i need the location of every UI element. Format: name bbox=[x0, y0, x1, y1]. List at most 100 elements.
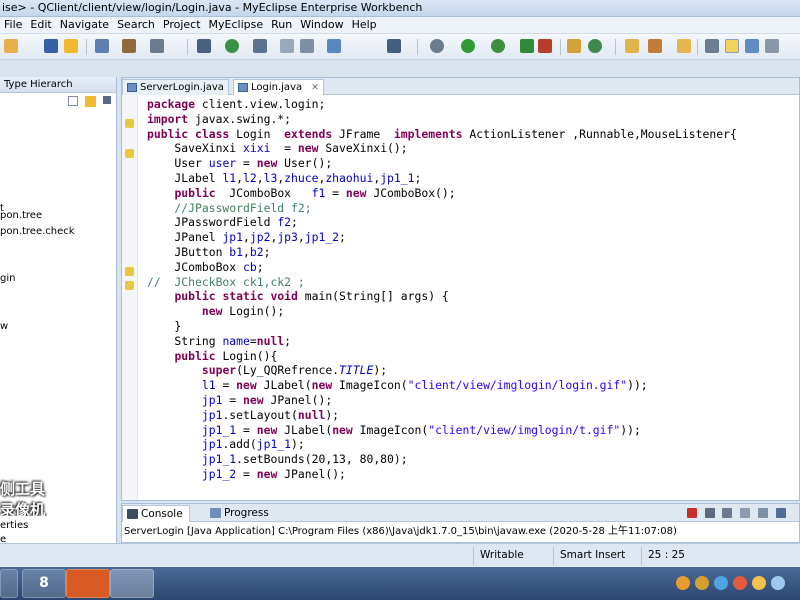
new-icon[interactable] bbox=[4, 39, 18, 53]
code-line[interactable]: jp1_1.setBounds(20,13, 80,80); bbox=[147, 452, 797, 467]
globe-icon[interactable] bbox=[225, 39, 239, 53]
code-token: .setBounds(20,13, 80,80); bbox=[236, 452, 408, 467]
menu-file[interactable]: File bbox=[0, 17, 26, 33]
run-icon[interactable] bbox=[461, 39, 475, 53]
collapse-all-icon[interactable] bbox=[68, 96, 78, 106]
display-console-icon[interactable] bbox=[776, 508, 786, 518]
code-line[interactable]: new Login(); bbox=[147, 304, 797, 319]
tree-item[interactable]: w bbox=[0, 321, 8, 332]
code-line[interactable]: jp1_1 = new JLabel(new ImageIcon("client… bbox=[147, 423, 797, 438]
menu-edit[interactable]: Edit bbox=[26, 17, 55, 33]
code-line[interactable]: l1 = new JLabel(new ImageIcon("client/vi… bbox=[147, 378, 797, 393]
code-area[interactable]: package client.view.login; import javax.s… bbox=[147, 97, 797, 482]
deploy-icon[interactable] bbox=[150, 39, 164, 53]
web-project-icon[interactable] bbox=[122, 39, 136, 53]
scroll-lock-icon[interactable] bbox=[758, 508, 768, 518]
code-line[interactable]: import javax.swing.*; bbox=[147, 112, 797, 127]
tray-icon[interactable] bbox=[695, 576, 709, 590]
eclipse-icon[interactable]: 8 bbox=[22, 569, 66, 598]
close-icon[interactable]: ✕ bbox=[311, 83, 319, 93]
tab-progress[interactable]: Progress bbox=[206, 505, 275, 522]
menu-search[interactable]: Search bbox=[113, 17, 159, 33]
tree-item[interactable]: pon.tree bbox=[0, 210, 42, 221]
link-editor-icon[interactable] bbox=[85, 96, 96, 107]
code-line[interactable]: public JComboBox f1 = new JComboBox(); bbox=[147, 186, 797, 201]
edit-icon[interactable] bbox=[280, 39, 294, 53]
view-menu-icon[interactable] bbox=[103, 96, 111, 104]
code-line[interactable]: SaveXinxi xixi = new SaveXinxi(); bbox=[147, 141, 797, 156]
remove-launch-icon[interactable] bbox=[705, 508, 715, 518]
new-class-icon[interactable] bbox=[520, 39, 534, 53]
code-line[interactable]: super(Ly_QQRefrence.TITLE); bbox=[147, 363, 797, 378]
tab-serverlogin-java[interactable]: ServerLogin.java bbox=[122, 79, 229, 95]
menu-run[interactable]: Run bbox=[267, 17, 296, 33]
package-icon[interactable] bbox=[95, 39, 109, 53]
folder-icon[interactable] bbox=[677, 39, 691, 53]
code-line[interactable]: JPanel jp1,jp2,jp3,jp1_2; bbox=[147, 230, 797, 245]
code-line[interactable]: package client.view.login; bbox=[147, 97, 797, 112]
tray-icon[interactable] bbox=[752, 576, 766, 590]
menu-myeclipse[interactable]: MyEclipse bbox=[205, 17, 268, 33]
code-line[interactable]: User user = new User(); bbox=[147, 156, 797, 171]
forward-icon[interactable] bbox=[745, 39, 759, 53]
debug-icon[interactable] bbox=[387, 39, 401, 53]
tray-icon[interactable] bbox=[714, 576, 728, 590]
tree-item[interactable]: e bbox=[0, 534, 6, 543]
code-line[interactable]: jp1.setLayout(null); bbox=[147, 408, 797, 423]
save-icon[interactable] bbox=[44, 39, 58, 53]
menu-navigate[interactable]: Navigate bbox=[56, 17, 113, 33]
terminate-icon[interactable] bbox=[687, 508, 697, 518]
code-line[interactable]: JLabel l1,l2,l3,zhuce,zhaohui,jp1_1; bbox=[147, 171, 797, 186]
code-line[interactable]: //JPasswordField f2; bbox=[147, 201, 797, 216]
code-line[interactable]: public class Login extends JFrame implem… bbox=[147, 127, 797, 142]
menu-help[interactable]: Help bbox=[348, 17, 381, 33]
remove-all-icon[interactable] bbox=[722, 508, 732, 518]
server-icon[interactable] bbox=[197, 39, 211, 53]
tree-item[interactable]: gin bbox=[0, 273, 15, 284]
external-tools-icon[interactable] bbox=[430, 39, 444, 53]
clear-console-icon[interactable] bbox=[740, 508, 750, 518]
menu-project[interactable]: Project bbox=[159, 17, 205, 33]
search-icon[interactable] bbox=[538, 39, 552, 53]
pen-icon[interactable] bbox=[648, 39, 662, 53]
code-line[interactable]: // JCheckBox ck1,ck2 ; bbox=[147, 275, 797, 290]
code-line[interactable]: JPasswordField f2; bbox=[147, 215, 797, 230]
run-config-icon[interactable] bbox=[491, 39, 505, 53]
screen-recorder-icon[interactable] bbox=[66, 569, 110, 598]
image-icon[interactable] bbox=[300, 39, 314, 53]
code-line[interactable]: jp1.add(jp1_1); bbox=[147, 437, 797, 452]
warning-marker-icon[interactable] bbox=[125, 281, 134, 290]
code-line[interactable]: JComboBox cb; bbox=[147, 260, 797, 275]
tray-icon[interactable] bbox=[676, 576, 690, 590]
menu-window[interactable]: Window bbox=[296, 17, 347, 33]
tray-icon[interactable] bbox=[733, 576, 747, 590]
code-line[interactable]: JButton b1,b2; bbox=[147, 245, 797, 260]
code-line[interactable]: jp1_2 = new JPanel(); bbox=[147, 467, 797, 482]
code-line[interactable]: public static void main(String[] args) { bbox=[147, 289, 797, 304]
perspective-icon[interactable] bbox=[725, 39, 739, 53]
tree-item[interactable]: pon.tree.check bbox=[0, 226, 75, 237]
code-line[interactable]: public Login(){ bbox=[147, 349, 797, 364]
warning-marker-icon[interactable] bbox=[125, 149, 134, 158]
tab-console[interactable]: Console bbox=[122, 505, 190, 522]
console-panel: Console Progress ServerLogin [Java Appli… bbox=[121, 503, 800, 543]
open-type-icon[interactable] bbox=[567, 39, 581, 53]
open-folder-icon[interactable] bbox=[625, 39, 639, 53]
tab-login-java[interactable]: Login.java ✕ bbox=[233, 79, 324, 95]
java-icon[interactable] bbox=[110, 569, 154, 598]
windows-explorer-icon[interactable] bbox=[0, 569, 18, 598]
warning-marker-icon[interactable] bbox=[125, 267, 134, 276]
print-icon[interactable] bbox=[64, 39, 78, 53]
code-line[interactable]: } bbox=[147, 319, 797, 334]
type-hierarchy-tab[interactable]: Type Hierarch bbox=[0, 77, 116, 93]
myeclipse-perspective-icon[interactable] bbox=[765, 39, 779, 53]
tray-icon[interactable] bbox=[771, 576, 785, 590]
open-task-icon[interactable] bbox=[588, 39, 602, 53]
back-icon[interactable] bbox=[705, 39, 719, 53]
tree-item[interactable]: erties bbox=[0, 520, 28, 531]
code-line[interactable]: jp1 = new JPanel(); bbox=[147, 393, 797, 408]
warning-marker-icon[interactable] bbox=[125, 119, 134, 128]
code-line[interactable]: String name=null; bbox=[147, 334, 797, 349]
wrench-icon[interactable] bbox=[253, 39, 267, 53]
browser-icon[interactable] bbox=[327, 39, 341, 53]
